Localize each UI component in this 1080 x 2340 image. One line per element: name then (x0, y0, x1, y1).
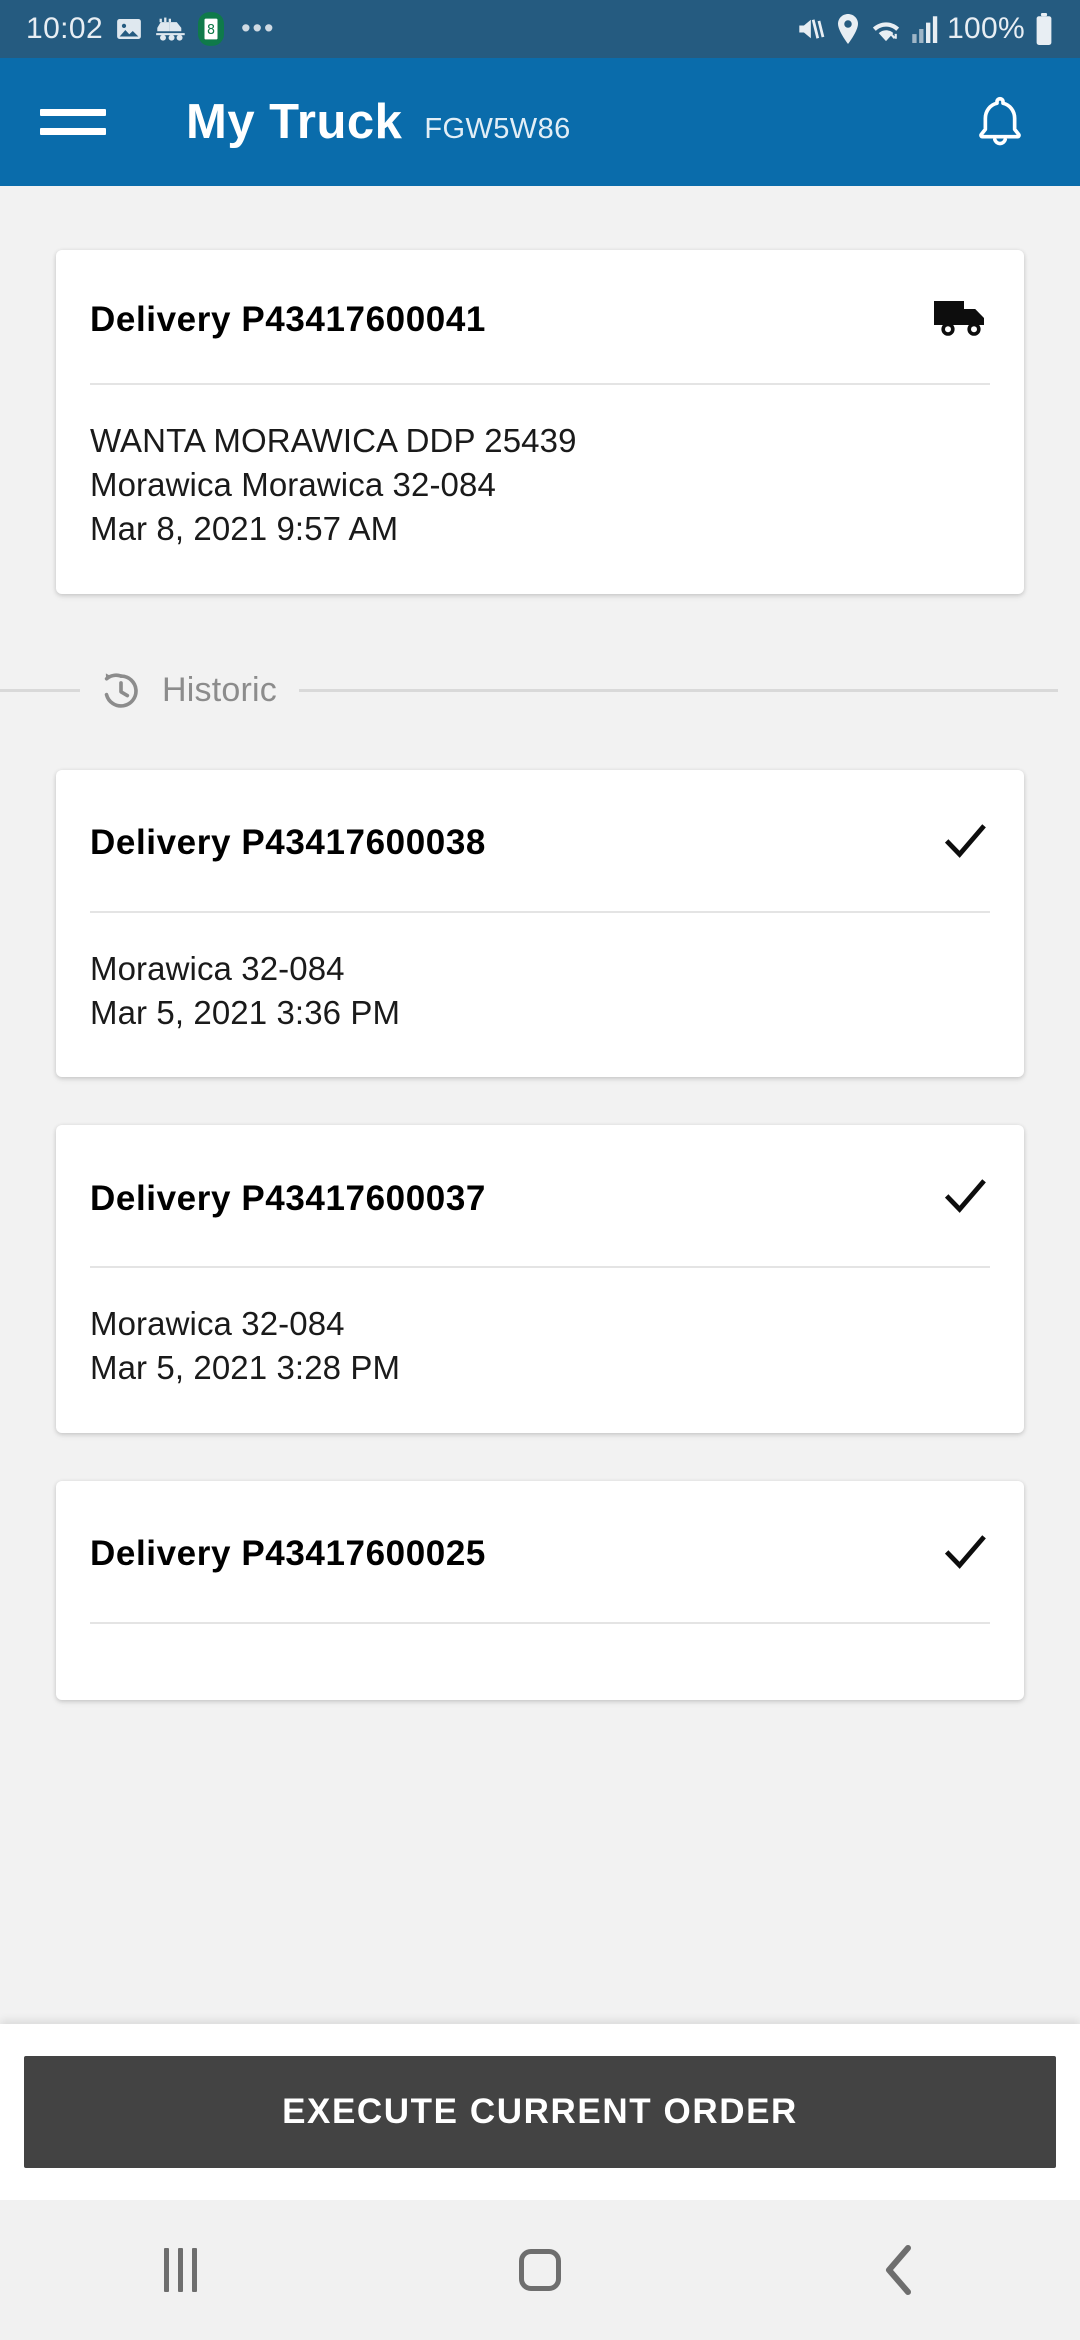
status-bar-right: 100% (797, 12, 1054, 46)
historic-delivery-body: Morawica 32-084 Mar 5, 2021 3:36 PM (56, 913, 1024, 1077)
home-icon[interactable] (480, 2222, 600, 2318)
battery-icon (1034, 13, 1054, 45)
historic-delivery-title: Delivery P43417600038 (90, 823, 486, 863)
mute-vibrate-icon (797, 15, 827, 43)
divider-line-right (298, 689, 1058, 693)
historic-delivery-header: Delivery P43417600038 (56, 770, 1024, 871)
historic-section-divider: Historic (0, 668, 1080, 714)
delivery-address: Morawica 32-084 (90, 949, 345, 987)
overflow-dots-icon: ••• (241, 13, 276, 44)
hamburger-bar (40, 128, 106, 135)
signal-bars-icon (912, 15, 938, 43)
delivery-address: Morawica Morawica 32-084 (90, 466, 496, 504)
truck-icon (932, 296, 990, 343)
delivery-customer: WANTA MORAWICA DDP 25439 (90, 422, 577, 459)
historic-delivery-list: Delivery P43417600038 Morawica 32-084 Ma… (0, 769, 1080, 1700)
check-icon (940, 1171, 990, 1226)
recents-bar (191, 2248, 197, 2292)
execute-current-order-button[interactable]: EXECUTE CURRENT ORDER (24, 2056, 1056, 2168)
historic-delivery-card[interactable]: Delivery P43417600038 Morawica 32-084 Ma… (56, 769, 1024, 1078)
app-bar: My Truck FGW5W86 (0, 58, 1080, 186)
svg-text:8: 8 (207, 23, 215, 38)
status-bar-clock: 10:02 (26, 12, 104, 45)
historic-delivery-header: Delivery P43417600037 (56, 1125, 1024, 1226)
location-pin-icon (836, 14, 860, 44)
battery-percent-label: 100% (947, 12, 1025, 45)
truck-icon (155, 15, 187, 43)
page-title: My Truck (186, 95, 403, 149)
bottom-action-bar: EXECUTE CURRENT ORDER (0, 2024, 1080, 2200)
truck-plate-label: FGW5W86 (424, 113, 571, 145)
history-clock-icon (98, 668, 144, 714)
back-chevron-icon[interactable] (840, 2222, 960, 2318)
status-bar-left: 10:02 8 ••• (26, 12, 797, 46)
home-square (519, 2249, 561, 2291)
historic-delivery-card[interactable]: Delivery P43417600025 (56, 1480, 1024, 1700)
android-navigation-bar (0, 2200, 1080, 2340)
app-bar-titles: My Truck FGW5W86 (186, 94, 571, 150)
historic-delivery-card[interactable]: Delivery P43417600037 Morawica 32-084 Ma… (56, 1125, 1024, 1433)
delivery-datetime: Mar 5, 2021 3:28 PM (90, 1349, 401, 1387)
delivery-datetime: Mar 5, 2021 3:36 PM (90, 993, 401, 1031)
check-icon (940, 816, 990, 871)
wifi-icon (869, 14, 903, 44)
hamburger-bar (40, 109, 106, 116)
calendar-icon: 8 (198, 12, 225, 46)
recents-bar (163, 2248, 169, 2292)
current-delivery-body: WANTA MORAWICA DDP 25439 Morawica Morawi… (56, 385, 1024, 594)
current-delivery-header: Delivery P43417600041 (56, 250, 1024, 343)
check-icon (940, 1527, 990, 1582)
status-bar: 10:02 8 ••• 100% (0, 0, 1080, 58)
divider-line-left (0, 689, 80, 693)
historic-delivery-body (56, 1624, 1024, 1700)
historic-label: Historic (162, 671, 277, 710)
current-delivery-card[interactable]: Delivery P43417600041 WANTA MORAWICA DDP… (56, 250, 1024, 594)
bell-icon[interactable] (972, 94, 1028, 150)
delivery-address: Morawica 32-084 (90, 1305, 345, 1343)
hamburger-menu-icon[interactable] (40, 98, 106, 146)
historic-delivery-title: Delivery P43417600037 (90, 1178, 486, 1218)
delivery-datetime: Mar 8, 2021 9:57 AM (90, 510, 399, 548)
historic-delivery-header: Delivery P43417600025 (56, 1481, 1024, 1582)
delivery-list-scroll-area[interactable]: Delivery P43417600041 WANTA MORAWICA DDP… (0, 186, 1080, 2024)
recents-bar (177, 2248, 183, 2292)
historic-delivery-title: Delivery P43417600025 (90, 1534, 486, 1574)
recents-icon[interactable] (120, 2222, 240, 2318)
historic-delivery-body: Morawica 32-084 Mar 5, 2021 3:28 PM (56, 1268, 1024, 1432)
recents-bars (163, 2248, 197, 2292)
image-icon (114, 14, 144, 44)
current-delivery-title: Delivery P43417600041 (90, 299, 486, 339)
